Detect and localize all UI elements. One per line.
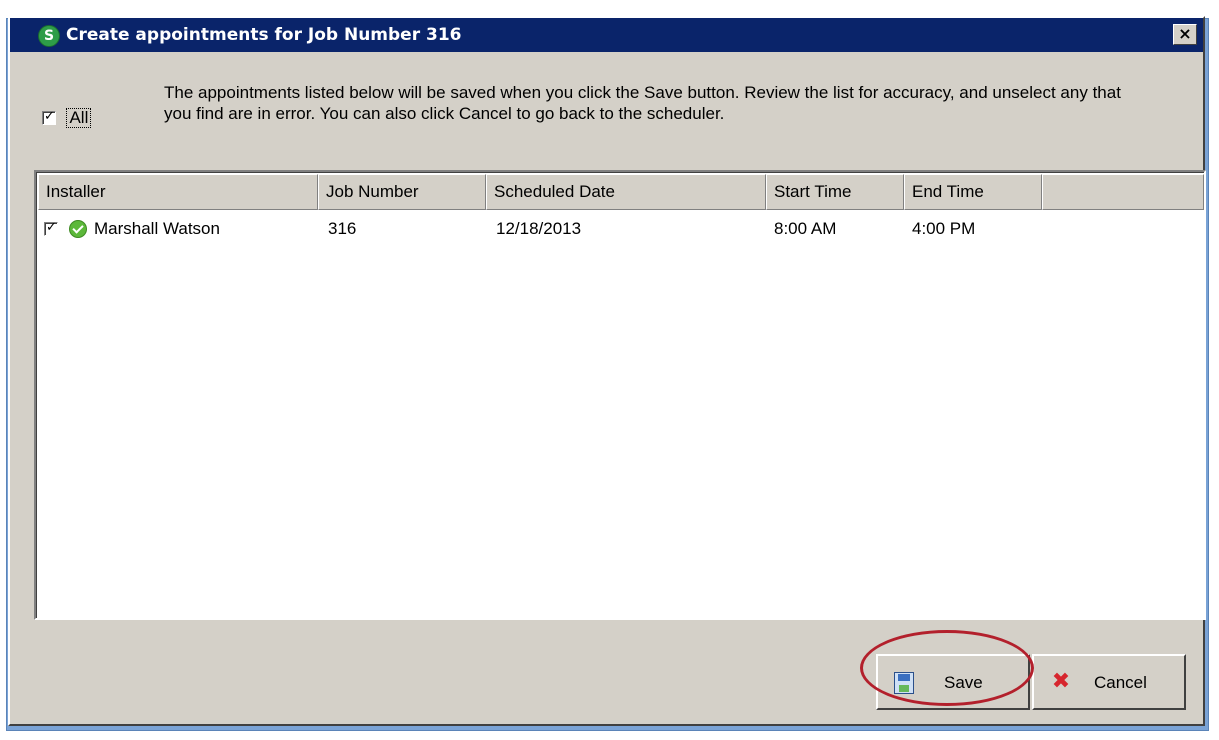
table-row[interactable]: ✓ Marshall Watson 316 12/18/2013 8:00 AM… (38, 214, 1204, 244)
cancel-button[interactable]: ✖ Cancel (1032, 654, 1186, 710)
column-header-job-number[interactable]: Job Number (318, 174, 486, 210)
row-checkbox[interactable]: ✓ (44, 220, 58, 236)
select-all-checkbox[interactable]: ✓ All (42, 108, 92, 130)
column-header-empty (1042, 174, 1204, 210)
select-all-label: All (66, 108, 92, 128)
cell-scheduled-date: 12/18/2013 (496, 219, 582, 238)
column-header-scheduled-date[interactable]: Scheduled Date (486, 174, 766, 210)
cell-installer: Marshall Watson (94, 219, 220, 238)
red-x-icon: ✖ (1051, 669, 1071, 694)
cell-start-time: 8:00 AM (774, 219, 837, 238)
close-button[interactable]: × (1173, 24, 1197, 45)
appointments-list[interactable]: Installer Job Number Scheduled Date Star… (34, 170, 1206, 620)
column-header-start-time[interactable]: Start Time (766, 174, 904, 210)
instructions-text: The appointments listed below will be sa… (164, 83, 1121, 123)
create-appointments-dialog: S Create appointments for Job Number 316… (8, 16, 1206, 726)
checkbox-icon[interactable]: ✓ (42, 109, 56, 125)
save-highlight-annotation (860, 630, 1034, 706)
cancel-button-label: Cancel (1094, 673, 1147, 692)
title-bar[interactable]: S Create appointments for Job Number 316… (10, 18, 1203, 52)
column-header-end-time[interactable]: End Time (904, 174, 1042, 210)
check-circle-icon (69, 220, 87, 238)
column-header-installer[interactable]: Installer (38, 174, 318, 210)
list-header: Installer Job Number Scheduled Date Star… (38, 174, 1204, 210)
app-logo-icon: S (38, 25, 60, 47)
window-title: Create appointments for Job Number 316 (66, 25, 462, 45)
cell-job-number: 316 (328, 219, 357, 238)
cell-end-time: 4:00 PM (912, 219, 976, 238)
